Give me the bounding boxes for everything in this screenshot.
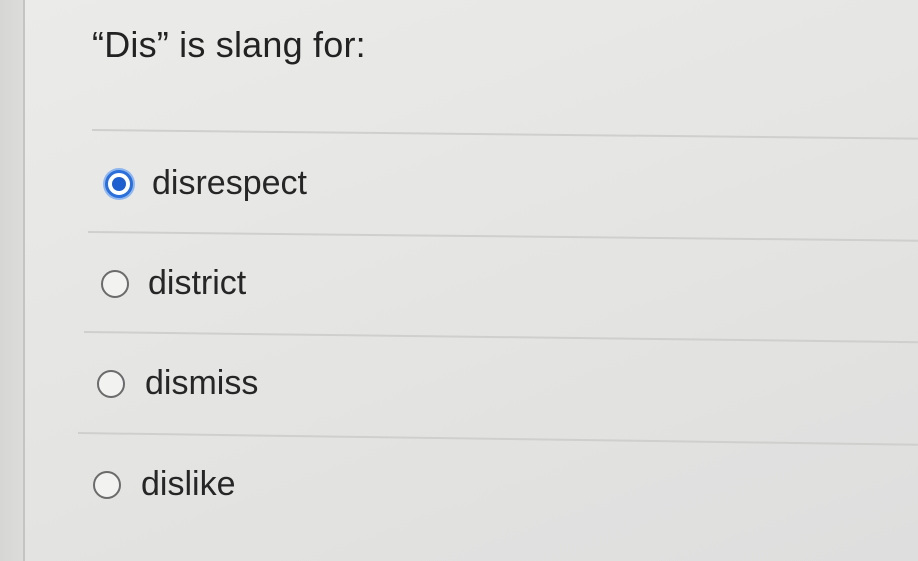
option-label: disrespect xyxy=(152,164,307,202)
option-dismiss[interactable]: dismiss xyxy=(97,364,258,403)
question-text: “Dis” is slang for: xyxy=(92,24,366,65)
radio-unselected-icon[interactable] xyxy=(93,470,121,499)
radio-unselected-icon[interactable] xyxy=(101,269,129,298)
radio-selected-icon[interactable] xyxy=(105,169,133,198)
window-left-edge xyxy=(0,0,24,561)
option-dislike[interactable]: dislike xyxy=(93,465,235,504)
option-label: district xyxy=(148,264,247,302)
option-district[interactable]: district xyxy=(101,264,246,303)
option-disrespect[interactable]: disrespect xyxy=(105,164,307,203)
option-label: dislike xyxy=(141,465,236,503)
radio-unselected-icon[interactable] xyxy=(97,369,125,398)
option-label: dismiss xyxy=(145,364,259,402)
